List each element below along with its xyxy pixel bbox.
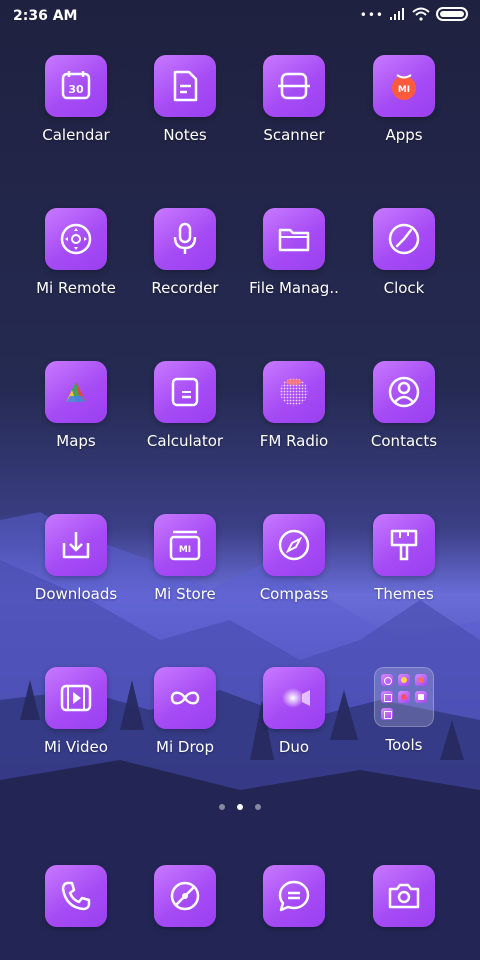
app-label: Recorder bbox=[151, 279, 219, 297]
duo-icon bbox=[263, 667, 325, 729]
app-calendar[interactable]: 30 Calendar bbox=[21, 55, 131, 144]
app-label: Themes bbox=[374, 585, 434, 603]
app-label: FM Radio bbox=[259, 432, 329, 450]
app-label: Mi Drop bbox=[156, 738, 214, 756]
message-icon bbox=[263, 865, 325, 927]
app-recorder[interactable]: Recorder bbox=[130, 208, 240, 297]
app-notes[interactable]: Notes bbox=[130, 55, 240, 144]
app-file-manager[interactable]: File Manag.. bbox=[239, 208, 349, 297]
compass-icon bbox=[263, 514, 325, 576]
phone-icon bbox=[45, 865, 107, 927]
mini-app-icon bbox=[398, 674, 410, 686]
app-label: Apps bbox=[385, 126, 423, 144]
camera-icon bbox=[373, 865, 435, 927]
page-indicator bbox=[0, 804, 480, 810]
app-label: Contacts bbox=[370, 432, 438, 450]
app-label: Tools bbox=[385, 736, 423, 754]
app-mi-store[interactable]: MI Mi Store bbox=[130, 514, 240, 603]
app-fm-radio[interactable]: FM Radio bbox=[239, 361, 349, 450]
app-grid: 30 Calendar Notes Scanner MI Apps Mi Rem… bbox=[0, 0, 480, 960]
app-tools-folder[interactable]: Tools bbox=[349, 667, 459, 754]
mini-app-icon bbox=[381, 691, 393, 703]
mini-app-icon bbox=[381, 708, 393, 720]
app-downloads[interactable]: Downloads bbox=[21, 514, 131, 603]
app-label: Mi Store bbox=[154, 585, 216, 603]
svg-text:MI: MI bbox=[179, 545, 191, 555]
app-calculator[interactable]: Calculator bbox=[130, 361, 240, 450]
app-label: File Manag.. bbox=[249, 279, 339, 297]
battery-icon bbox=[436, 7, 468, 21]
store-icon: MI bbox=[154, 514, 216, 576]
signal-icon bbox=[390, 8, 404, 20]
notes-icon bbox=[154, 55, 216, 117]
video-icon bbox=[45, 667, 107, 729]
notification-dots-icon: ••• bbox=[359, 8, 384, 22]
page-dot[interactable] bbox=[219, 804, 225, 810]
app-label: Calendar bbox=[42, 126, 110, 144]
folder-tools-icon bbox=[374, 667, 434, 727]
app-label: Maps bbox=[56, 432, 96, 450]
wifi-icon bbox=[412, 7, 430, 21]
app-label: Clock bbox=[383, 279, 425, 297]
app-label: Scanner bbox=[263, 126, 325, 144]
scanner-icon bbox=[263, 55, 325, 117]
remote-icon bbox=[45, 208, 107, 270]
dock-browser[interactable] bbox=[130, 865, 240, 927]
app-label: Compass bbox=[259, 585, 329, 603]
app-label: Mi Video bbox=[44, 738, 108, 756]
mini-app-icon bbox=[381, 674, 393, 686]
microphone-icon bbox=[154, 208, 216, 270]
app-mi-remote[interactable]: Mi Remote bbox=[21, 208, 131, 297]
app-maps[interactable]: Maps bbox=[21, 361, 131, 450]
app-label: Duo bbox=[278, 738, 310, 756]
browser-icon bbox=[154, 865, 216, 927]
dock-phone[interactable] bbox=[21, 865, 131, 927]
dock-camera[interactable] bbox=[349, 865, 459, 927]
infinity-icon bbox=[154, 667, 216, 729]
app-apps[interactable]: MI Apps bbox=[349, 55, 459, 144]
mini-app-icon bbox=[415, 691, 427, 703]
app-label: Calculator bbox=[146, 432, 224, 450]
app-contacts[interactable]: Contacts bbox=[349, 361, 459, 450]
svg-text:30: 30 bbox=[68, 83, 84, 96]
mini-app-icon bbox=[415, 674, 427, 686]
paintbrush-icon bbox=[373, 514, 435, 576]
page-dot[interactable] bbox=[255, 804, 261, 810]
page-dot-active[interactable] bbox=[237, 804, 243, 810]
app-scanner[interactable]: Scanner bbox=[239, 55, 349, 144]
status-bar: 2:36 AM ••• bbox=[0, 0, 480, 34]
app-compass[interactable]: Compass bbox=[239, 514, 349, 603]
app-themes[interactable]: Themes bbox=[349, 514, 459, 603]
contacts-icon bbox=[373, 361, 435, 423]
folder-icon bbox=[263, 208, 325, 270]
app-label: Mi Remote bbox=[36, 279, 116, 297]
apps-icon: MI bbox=[373, 55, 435, 117]
app-clock[interactable]: Clock bbox=[349, 208, 459, 297]
app-mi-drop[interactable]: Mi Drop bbox=[130, 667, 240, 756]
maps-icon bbox=[45, 361, 107, 423]
mini-app-icon bbox=[398, 691, 410, 703]
calendar-icon: 30 bbox=[45, 55, 107, 117]
clock-icon bbox=[373, 208, 435, 270]
app-label: Downloads bbox=[34, 585, 118, 603]
radio-icon bbox=[263, 361, 325, 423]
app-label: Notes bbox=[163, 126, 207, 144]
download-icon bbox=[45, 514, 107, 576]
svg-text:MI: MI bbox=[398, 85, 410, 95]
app-duo[interactable]: Duo bbox=[239, 667, 349, 756]
dock-messages[interactable] bbox=[239, 865, 349, 927]
status-time: 2:36 AM bbox=[13, 8, 78, 24]
app-mi-video[interactable]: Mi Video bbox=[21, 667, 131, 756]
calculator-icon bbox=[154, 361, 216, 423]
